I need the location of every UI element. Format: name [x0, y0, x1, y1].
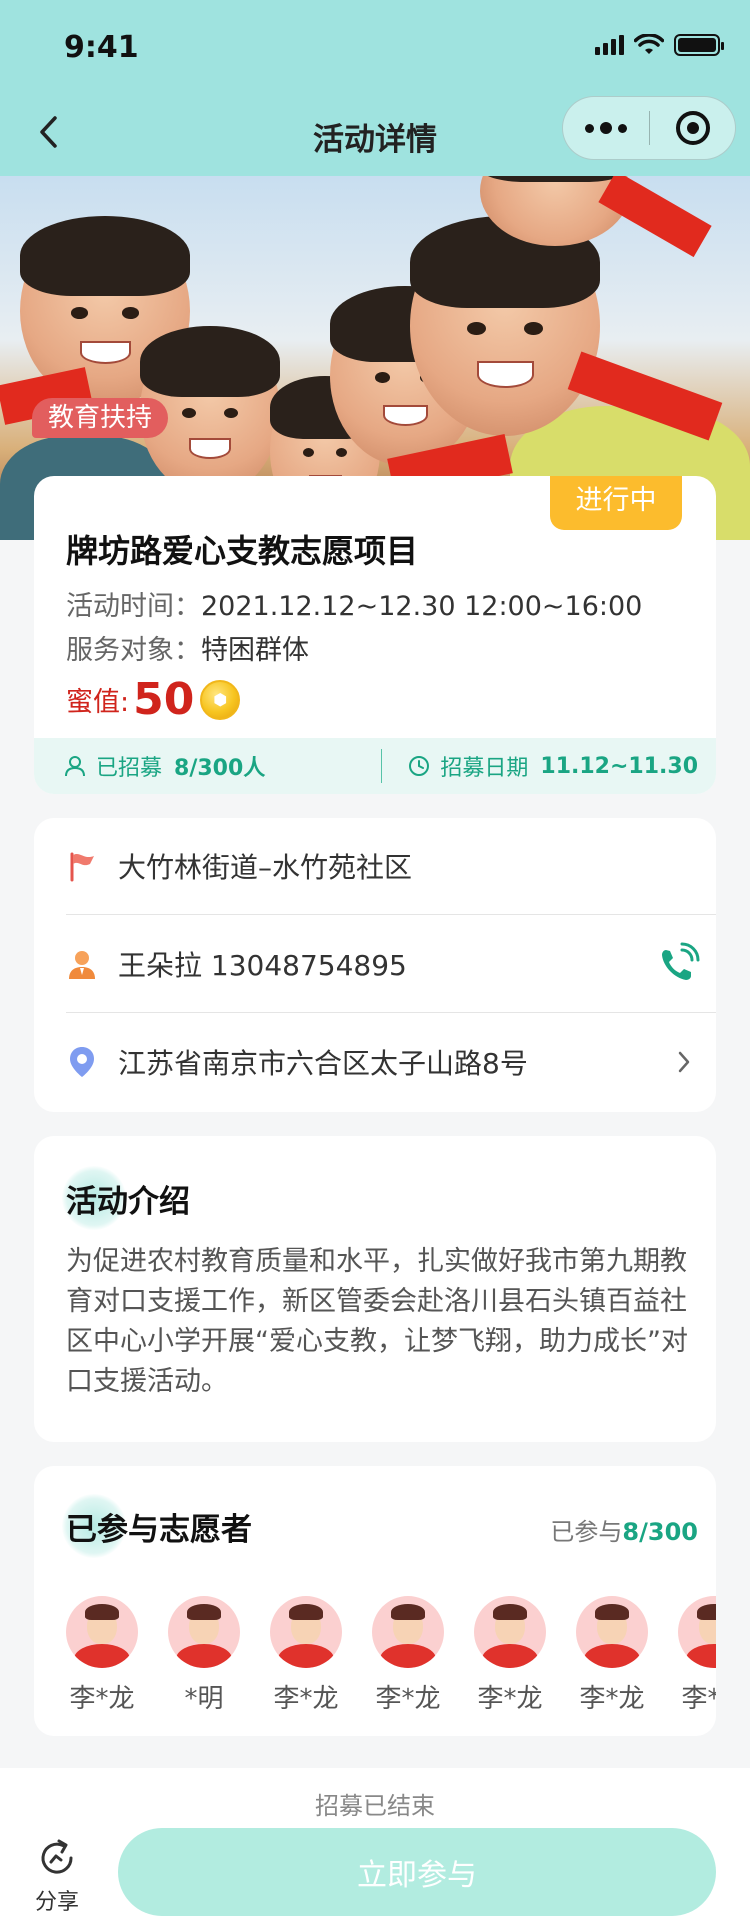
activity-title: 牌坊路爱心支教志愿项目	[66, 532, 419, 570]
volunteer-item: 李*龙	[372, 1596, 444, 1715]
signal-icon	[595, 35, 624, 55]
clock-icon	[409, 756, 430, 776]
intro-title: 活动介绍	[62, 1166, 190, 1230]
recruited-count: 已招募 8/300人	[34, 750, 381, 782]
recruit-date: 招募日期 11.12~11.30	[382, 750, 717, 782]
honey-coin-icon: ⬢	[200, 679, 241, 720]
avatar	[168, 1596, 240, 1668]
target-icon	[675, 111, 710, 145]
status-icons	[595, 34, 724, 56]
avatar	[474, 1596, 546, 1668]
volunteer-item: 李*龙	[270, 1596, 342, 1715]
activity-time: 活动时间：2021.12.12~12.30 12:00~16:00	[66, 591, 643, 622]
volunteers-title: 已参与志愿者	[62, 1494, 252, 1558]
recruit-ended-note: 招募已结束	[315, 1792, 435, 1820]
avatar	[66, 1596, 138, 1668]
share-button[interactable]: 分享	[30, 1836, 84, 1916]
flag-icon	[70, 852, 94, 882]
address-row[interactable]: 江苏省南京市六合区太子山路8号	[66, 1014, 716, 1110]
recruit-bar: 已招募 8/300人 招募日期 11.12~11.30	[34, 738, 716, 794]
category-tag: 教育扶持	[32, 398, 169, 438]
intro-text: 为促进农村教育质量和水平，扎实做好我市第九期教育对口支援工作，新区管委会赴洛川县…	[66, 1246, 688, 1397]
avatar	[576, 1596, 648, 1668]
avatar	[270, 1596, 342, 1668]
contact-person-row: 王朵拉 13048754895	[66, 916, 716, 1012]
activity-info-card: 进行中 牌坊路爱心支教志愿项目 活动时间：2021.12.12~12.30 12…	[34, 476, 716, 794]
service-target: 服务对象：特困群体	[66, 635, 309, 666]
status-badge: 进行中	[550, 476, 682, 530]
mini-program-capsule	[562, 96, 736, 160]
user-icon	[65, 756, 85, 777]
battery-icon	[674, 34, 724, 56]
share-icon	[41, 1839, 73, 1874]
honey-value: 蜜值: 50 ⬢	[66, 674, 241, 725]
volunteer-item: 李*龙	[66, 1596, 138, 1715]
avatar	[678, 1596, 716, 1668]
wifi-icon	[634, 34, 664, 54]
community-row: 大竹林街道–水竹苑社区	[66, 818, 716, 914]
nav-bar: 活动详情	[0, 96, 750, 176]
person-icon	[69, 951, 95, 979]
volunteer-item: *明	[168, 1596, 240, 1715]
volunteer-item: 李*龙	[678, 1596, 716, 1715]
volunteer-item: 李*龙	[474, 1596, 546, 1715]
volunteer-list[interactable]: 李*龙 *明 李*龙 李*龙 李*龙 李*龙 李*龙	[66, 1596, 716, 1715]
header: 9:41 活动详情	[0, 0, 750, 176]
status-time: 9:41	[64, 30, 139, 65]
phone-call-icon[interactable]	[656, 942, 700, 986]
join-button[interactable]: 立即参与	[118, 1828, 716, 1916]
location-pin-icon	[70, 1047, 94, 1077]
volunteer-item: 李*龙	[576, 1596, 648, 1715]
avatar	[372, 1596, 444, 1668]
contact-card: 大竹林街道–水竹苑社区 王朵拉 13048754895 江苏省南京市六合区太子山…	[34, 818, 716, 1112]
status-bar: 9:41	[0, 0, 750, 96]
intro-card: 活动介绍 为促进农村教育质量和水平，扎实做好我市第九期教育对口支援工作，新区管委…	[34, 1136, 716, 1442]
footer-bar: 招募已结束 分享 立即参与	[0, 1768, 750, 1924]
volunteers-card: 已参与志愿者 已参与8/300 李*龙 *明 李*龙 李*龙 李*龙 李*龙 李…	[34, 1466, 716, 1736]
chevron-right-icon	[678, 1051, 690, 1073]
more-button[interactable]	[563, 97, 649, 159]
close-button[interactable]	[650, 111, 735, 145]
volunteer-count: 已参与8/300	[550, 1518, 698, 1546]
